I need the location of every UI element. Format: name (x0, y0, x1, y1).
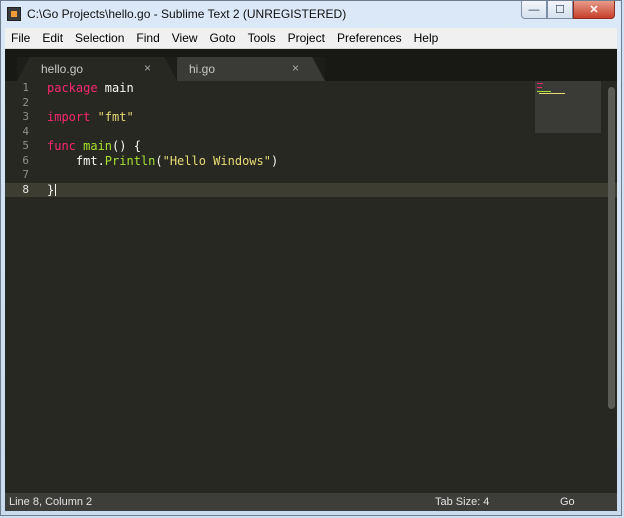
code-text: fmt. (47, 153, 105, 168)
minimap-line (537, 87, 542, 88)
tab-label: hi.go (189, 62, 216, 76)
window-controls: — ☐ ✕ (521, 1, 615, 19)
code-line: package main (47, 81, 587, 96)
syntax-indicator[interactable]: Go (560, 496, 575, 508)
minimap-line (537, 91, 551, 92)
menu-preferences[interactable]: Preferences (331, 28, 408, 48)
code-text: () { (112, 139, 141, 153)
code-line-current: } (47, 183, 587, 198)
menu-project[interactable]: Project (282, 28, 331, 48)
menu-edit[interactable]: Edit (36, 28, 69, 48)
line-number: 3 (22, 110, 29, 123)
window-title: C:\Go Projects\hello.go - Sublime Text 2… (27, 7, 347, 21)
close-button[interactable]: ✕ (573, 1, 615, 19)
line-number-current: 8 (5, 182, 35, 197)
string-literal: "Hello Windows" (162, 153, 271, 168)
code-line: func main() { (47, 139, 587, 154)
line-number: 6 (22, 153, 29, 167)
minimap-line (539, 93, 565, 94)
code-text: ) (270, 153, 279, 168)
menu-view[interactable]: View (166, 28, 204, 48)
minimap[interactable] (535, 81, 601, 133)
cursor-position: Line 8, Column 2 (9, 496, 93, 508)
status-bar: Line 8, Column 2 Tab Size: 4 Go (5, 493, 617, 511)
keyword: func (47, 139, 76, 153)
tab-hi-go[interactable]: hi.go × (165, 57, 325, 81)
function-name: Println (104, 153, 156, 168)
close-icon: ✕ (589, 4, 599, 16)
minimize-button[interactable]: — (521, 1, 547, 19)
title-bar[interactable]: C:\Go Projects\hello.go - Sublime Text 2… (1, 1, 621, 28)
menu-goto[interactable]: Goto (204, 28, 242, 48)
code-line: import "fmt" (47, 110, 587, 125)
editor-container: hi.go × hello.go × 1 2 3 4 5 6 7 8 packa… (5, 49, 617, 511)
tab-hello-go[interactable]: hello.go × (17, 57, 177, 81)
application-window: C:\Go Projects\hello.go - Sublime Text 2… (0, 0, 622, 516)
code-editor[interactable]: 1 2 3 4 5 6 7 8 package main import "fmt… (5, 81, 617, 493)
line-number: 1 (22, 81, 29, 94)
keyword: package (47, 81, 98, 95)
function-name: main (75, 139, 113, 153)
code-lines[interactable]: package main import "fmt" func main() { … (47, 81, 587, 197)
maximize-icon: ☐ (555, 4, 565, 16)
line-number: 2 (22, 95, 29, 109)
menu-find[interactable]: Find (130, 28, 165, 48)
tab-close-icon[interactable]: × (144, 61, 151, 75)
code-text: ( (155, 153, 163, 168)
vertical-scrollbar[interactable] (608, 87, 615, 409)
tab-label: hello.go (41, 62, 84, 76)
sublime-app-icon[interactable] (7, 7, 21, 21)
tab-bar: hi.go × hello.go × (5, 49, 617, 81)
line-number: 5 (22, 139, 29, 152)
code-text: main (97, 81, 134, 95)
code-line: fmt.Println("Hello Windows") (47, 154, 587, 169)
line-number-gutter: 1 2 3 4 5 6 7 8 (5, 81, 35, 197)
keyword: import (47, 110, 91, 124)
menu-tools[interactable]: Tools (242, 28, 282, 48)
line-number: 7 (22, 168, 29, 181)
menu-bar: File Edit Selection Find View Goto Tools… (5, 28, 617, 49)
code-text: } (47, 182, 55, 197)
maximize-button[interactable]: ☐ (547, 1, 573, 19)
tab-close-icon[interactable]: × (292, 61, 299, 75)
line-number: 4 (22, 124, 29, 138)
menu-help[interactable]: Help (408, 28, 445, 48)
string-literal: "fmt" (90, 110, 134, 124)
menu-file[interactable]: File (5, 28, 36, 48)
menu-selection[interactable]: Selection (69, 28, 130, 48)
text-cursor (55, 184, 57, 196)
minimap-line (537, 83, 543, 84)
minimize-icon: — (528, 3, 540, 16)
tab-size-indicator[interactable]: Tab Size: 4 (435, 496, 489, 508)
